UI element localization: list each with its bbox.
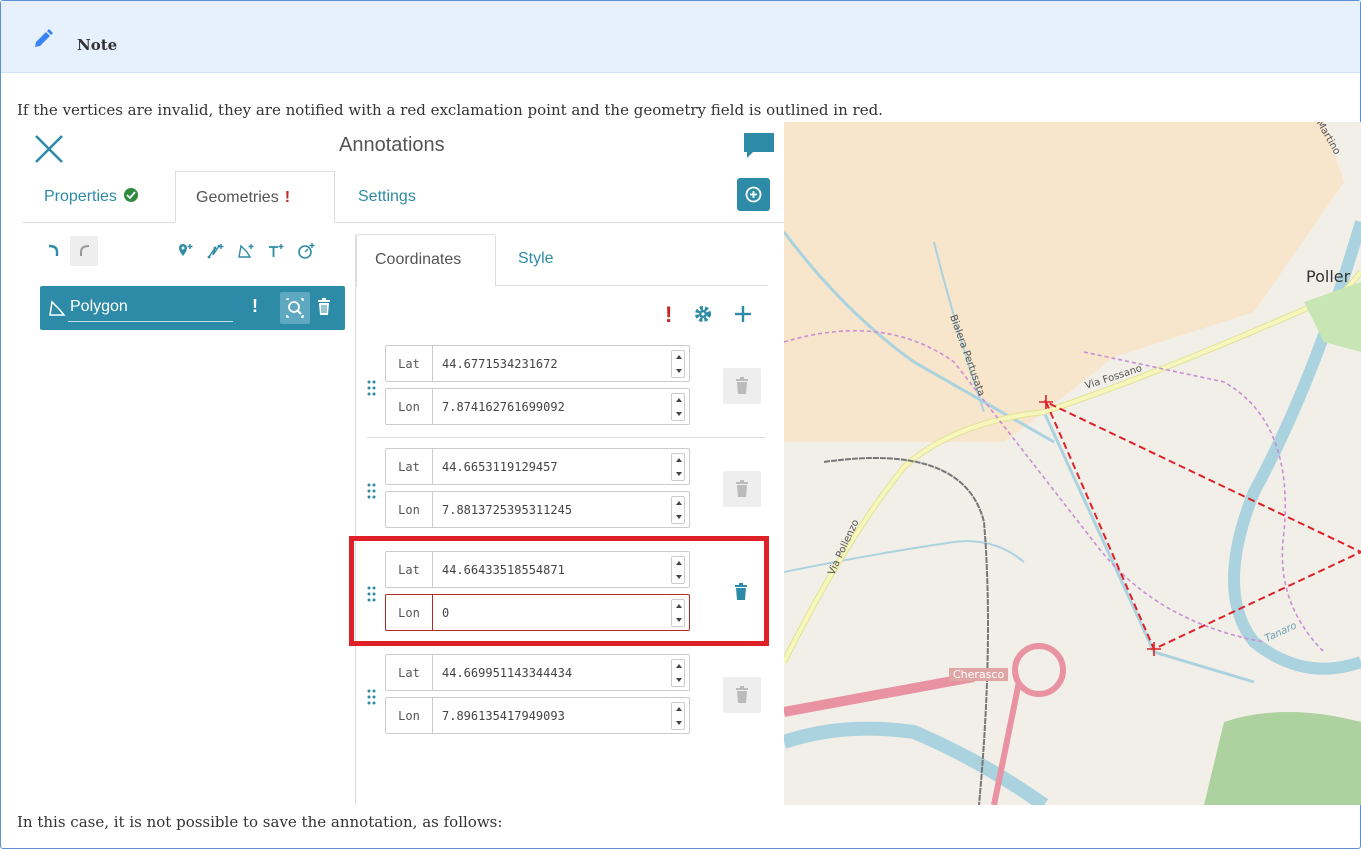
map-canvas[interactable] <box>784 122 1361 805</box>
polygon-icon <box>49 300 66 316</box>
map-label-town: Poller <box>1306 267 1351 286</box>
map-label-city: Cherasco <box>949 668 1009 681</box>
geometry-toolbar <box>40 234 360 270</box>
tab-properties-label: Properties <box>44 188 117 205</box>
lon-label: Lon <box>386 492 433 527</box>
stepper-icon[interactable] <box>671 393 685 421</box>
stepper-icon[interactable] <box>671 453 685 481</box>
tab-coordinates-label: Coordinates <box>375 251 462 268</box>
panel-tabs: Properties Geometries! Settings <box>22 171 784 223</box>
trash-icon <box>736 686 748 703</box>
map-view[interactable]: Poller Via Fossano Bialera Pertusata Via… <box>784 122 1361 805</box>
geometry-subtabs: Coordinates Style <box>356 234 768 287</box>
coordinate-vertex: Lat 44.6771534231672 Lon 7.8741627616990… <box>367 345 767 439</box>
coordinate-vertex: Lat 44.669951143344434 Lon 7.89613541794… <box>367 654 767 748</box>
exclamation-icon: ! <box>252 296 258 316</box>
lat-label: Lat <box>386 449 433 484</box>
vertex-divider <box>367 437 765 438</box>
note-title: Note <box>77 36 118 54</box>
add-text-icon[interactable] <box>262 236 290 266</box>
add-circle-icon[interactable] <box>292 236 320 266</box>
lat-value[interactable]: 44.6771534231672 <box>442 357 558 371</box>
comment-icon[interactable] <box>741 130 777 162</box>
check-circle-icon <box>124 188 139 202</box>
lon-field[interactable]: Lon 7.874162761699092 <box>385 388 690 425</box>
drag-handle-icon[interactable] <box>367 482 377 502</box>
lat-label: Lat <box>386 655 433 690</box>
lat-value[interactable]: 44.669951143344434 <box>442 666 572 680</box>
tab-style-label: Style <box>518 250 554 267</box>
redo-icon[interactable] <box>70 236 98 266</box>
delete-vertex-button[interactable] <box>723 471 761 507</box>
annotations-panel: Annotations Properties Geometries! Setti… <box>22 122 784 805</box>
exclamation-icon: ! <box>665 302 673 327</box>
note-intro-text: If the vertices are invalid, they are no… <box>17 101 883 119</box>
lon-label: Lon <box>386 698 433 733</box>
tab-settings-label: Settings <box>358 188 416 205</box>
tab-geometries-label: Geometries <box>196 189 279 206</box>
tab-coordinates[interactable]: Coordinates <box>356 234 496 287</box>
coordinates-toolbar: ! <box>662 302 762 327</box>
lon-value[interactable]: 7.8813725395311245 <box>442 503 572 517</box>
coordinate-vertex: Lat 44.6653119129457 Lon 7.8813725395311… <box>367 448 767 542</box>
delete-vertex-button[interactable] <box>723 677 761 713</box>
tab-properties[interactable]: Properties <box>44 171 139 223</box>
zoom-icon <box>286 298 304 318</box>
add-point-icon[interactable] <box>172 236 200 266</box>
stepper-icon[interactable] <box>671 496 685 524</box>
geometry-item-polygon[interactable]: Polygon ! <box>40 286 345 330</box>
add-polygon-icon[interactable] <box>232 236 260 266</box>
panel-divider <box>355 234 356 805</box>
note-header: Note <box>1 1 1360 73</box>
note-outro-text: In this case, it is not possible to save… <box>17 813 503 831</box>
lat-field[interactable]: Lat 44.669951143344434 <box>385 654 690 691</box>
lon-field[interactable]: Lon 7.896135417949093 <box>385 697 690 734</box>
lon-value[interactable]: 7.896135417949093 <box>442 709 565 723</box>
add-line-icon[interactable] <box>202 236 230 266</box>
trash-icon <box>736 377 748 394</box>
undo-icon[interactable] <box>40 236 68 266</box>
gear-icon[interactable] <box>694 305 712 323</box>
trash-icon[interactable] <box>317 298 331 316</box>
pencil-icon <box>35 29 53 47</box>
stepper-icon[interactable] <box>671 350 685 378</box>
lon-label: Lon <box>386 389 433 424</box>
trash-icon <box>736 480 748 497</box>
zoom-to-geometry-button[interactable] <box>280 292 310 324</box>
geometry-item-underline <box>68 321 233 322</box>
plus-icon[interactable] <box>733 304 753 324</box>
lat-field[interactable]: Lat 44.6771534231672 <box>385 345 690 382</box>
lat-value[interactable]: 44.6653119129457 <box>442 460 558 474</box>
tab-geometries[interactable]: Geometries! <box>175 171 335 223</box>
panel-title: Annotations <box>339 134 445 156</box>
drag-handle-icon[interactable] <box>367 379 377 399</box>
tab-settings[interactable]: Settings <box>358 171 416 223</box>
exclamation-icon: ! <box>284 189 291 206</box>
lat-field[interactable]: Lat 44.6653119129457 <box>385 448 690 485</box>
drag-handle-icon[interactable] <box>367 688 377 708</box>
delete-vertex-button[interactable] <box>723 368 761 404</box>
lon-field[interactable]: Lon 7.8813725395311245 <box>385 491 690 528</box>
invalid-vertex-highlight <box>349 536 769 646</box>
stepper-icon[interactable] <box>671 702 685 730</box>
geometry-item-label: Polygon <box>70 298 128 315</box>
close-icon[interactable] <box>32 132 66 166</box>
stepper-icon[interactable] <box>671 659 685 687</box>
tab-style[interactable]: Style <box>518 234 554 287</box>
lat-label: Lat <box>386 346 433 381</box>
lon-value[interactable]: 7.874162761699092 <box>442 400 565 414</box>
